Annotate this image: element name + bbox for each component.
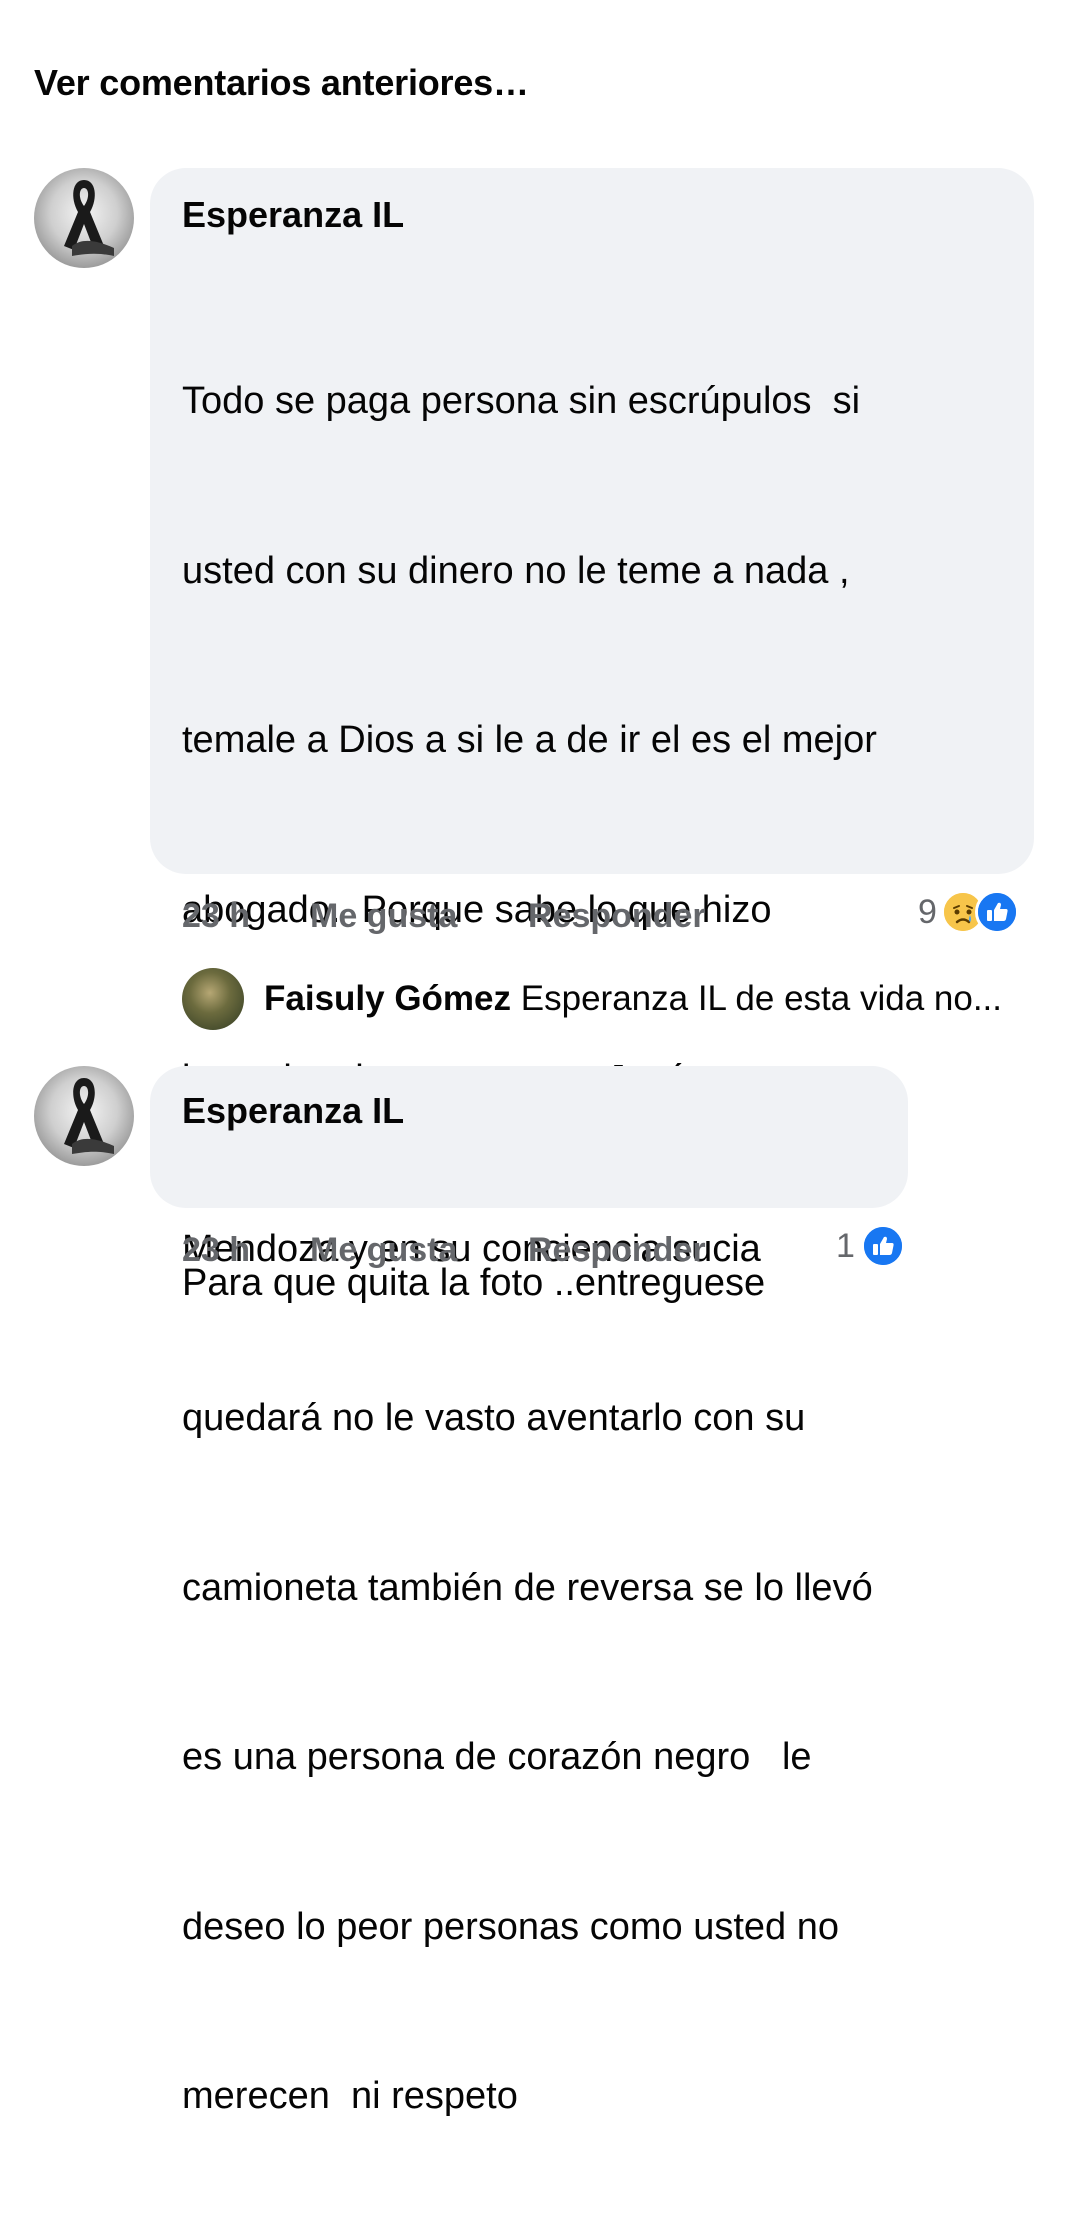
comment-line: es una persona de corazón negro le (182, 1736, 812, 1778)
view-previous-comments-link[interactable]: Ver comentarios anteriores… (34, 62, 529, 104)
black-ribbon-avatar-icon (64, 180, 114, 256)
reply-snippet: Esperanza IL de esta vida no... (520, 979, 1002, 1018)
reaction-summary[interactable]: 9 (918, 890, 1019, 934)
black-ribbon-avatar-icon (64, 1078, 114, 1154)
comment-text: Para que quita la foto ..entreguese (182, 1142, 876, 1425)
like-reaction-icon (860, 1224, 905, 1268)
comment-timestamp[interactable]: 23 h (182, 1231, 250, 1269)
comment-meta-row: 23 h (182, 896, 250, 936)
like-button[interactable]: Me gusta (310, 1230, 457, 1270)
like-reaction-icon (974, 890, 1019, 934)
reply-button[interactable]: Responder (528, 1230, 706, 1270)
reaction-count: 9 (918, 892, 937, 931)
comment-line: temale a Dios a si le a de ir el es el m… (182, 719, 877, 761)
comment-line: usted con su dinero no le teme a nada , (182, 549, 850, 592)
reply-author-avatar[interactable] (182, 968, 244, 1030)
comment-timestamp[interactable]: 23 h (182, 897, 250, 935)
comment-meta-row: 23 h (182, 1230, 250, 1270)
comment-bubble: Esperanza IL Para que quita la foto ..en… (150, 1066, 908, 1304)
comment-line: camioneta también de reversa se lo llevó (182, 1566, 873, 1609)
commenter-avatar[interactable] (34, 1066, 134, 1166)
like-button[interactable]: Me gusta (310, 896, 457, 936)
comment-line: merecen ni respeto (182, 2075, 518, 2117)
reply-author[interactable]: Faisuly Gómez (264, 979, 511, 1018)
reaction-summary[interactable]: 1 (836, 1224, 905, 1268)
comment-bubble: Esperanza IL Todo se paga persona sin es… (150, 168, 1034, 2117)
comment-author[interactable]: Esperanza IL (182, 1088, 876, 1134)
comment-author[interactable]: Esperanza IL (182, 192, 1002, 238)
reaction-count: 1 (836, 1226, 855, 1265)
reply-preview-text: Faisuly Gómez Esperanza IL de esta vida … (264, 979, 1002, 1019)
comment-line: deseo lo peor personas como usted no (182, 1905, 839, 1948)
comment-line: Todo se paga persona sin escrúpulos si (182, 380, 861, 422)
reply-preview[interactable]: Faisuly Gómez Esperanza IL de esta vida … (182, 968, 1002, 1030)
commenter-avatar[interactable] (34, 168, 134, 268)
reply-button[interactable]: Responder (528, 896, 706, 936)
